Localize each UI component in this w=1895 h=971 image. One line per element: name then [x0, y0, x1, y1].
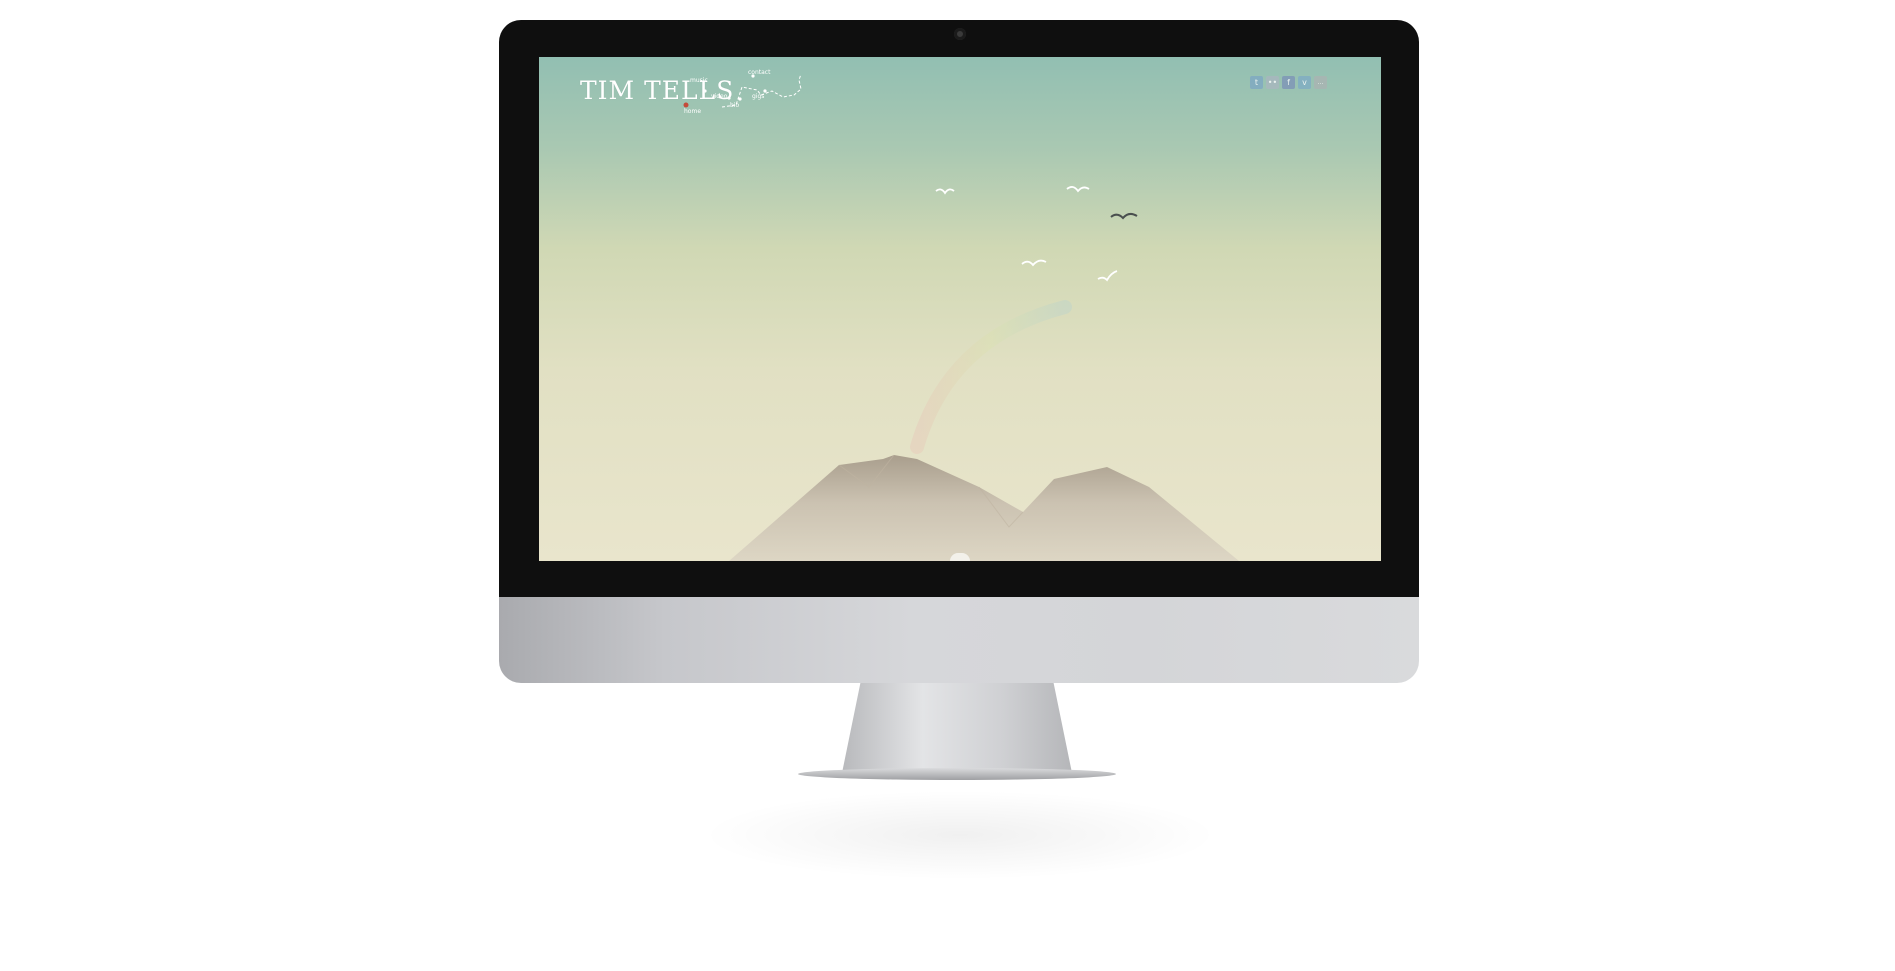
more-social-icon[interactable]: … — [1314, 76, 1327, 89]
nav-link-contact[interactable]: contact — [748, 69, 770, 76]
bird-icon — [1097, 270, 1118, 282]
bird-icon — [1021, 259, 1047, 267]
rainbow-arc — [910, 300, 1072, 454]
flickr-icon[interactable]: •• — [1266, 76, 1279, 89]
monitor-stand-foot — [798, 768, 1116, 780]
site-logo[interactable]: TIM TELLS — [580, 76, 734, 105]
bird-icon — [1110, 212, 1138, 220]
scroll-indicator[interactable] — [950, 553, 970, 561]
camera-icon — [954, 28, 966, 40]
nav-link-music[interactable]: music — [690, 77, 708, 84]
stand-shadow — [700, 790, 1220, 880]
nav-link-bio[interactable]: bio — [730, 102, 739, 109]
bird-icon — [1066, 186, 1090, 193]
twitter-icon[interactable]: t — [1250, 76, 1263, 89]
scene-illustration — [683, 73, 1239, 561]
nav-link-video[interactable]: video — [711, 93, 727, 100]
monitor-stand-neck — [842, 683, 1072, 773]
mountain — [729, 455, 1239, 561]
mockup-stage: TIM TELLS home music video bio gigs cont… — [0, 0, 1895, 971]
monitor-chin — [499, 597, 1419, 683]
website-screen — [539, 57, 1381, 561]
bird-icon — [935, 188, 955, 195]
nav-link-home[interactable]: home — [684, 108, 701, 115]
nav-link-gigs[interactable]: gigs — [752, 93, 764, 100]
vimeo-icon[interactable]: v — [1298, 76, 1311, 89]
facebook-icon[interactable]: f — [1282, 76, 1295, 89]
